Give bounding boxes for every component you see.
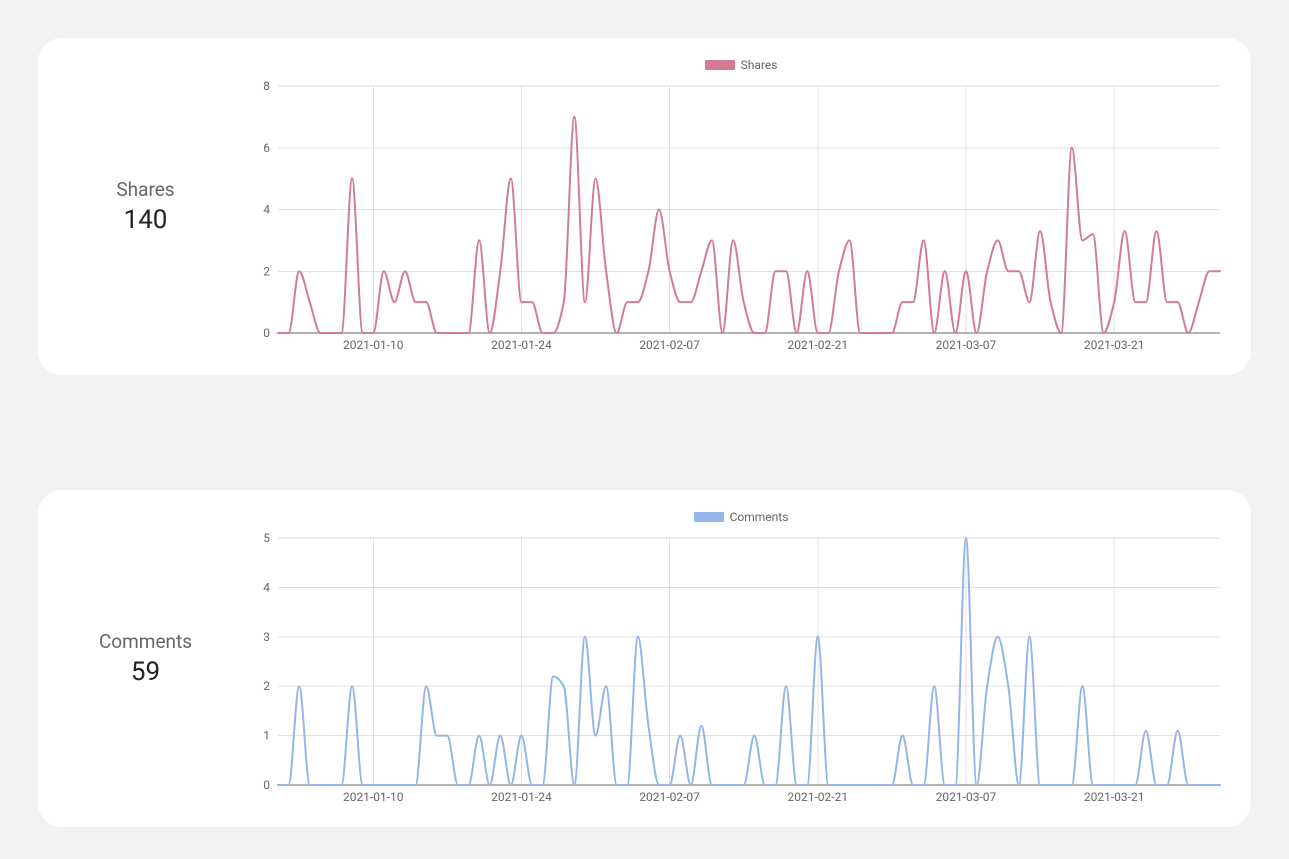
svg-text:2021-03-07: 2021-03-07 xyxy=(936,790,997,804)
shares-metric-value: 140 xyxy=(124,205,168,235)
svg-text:4: 4 xyxy=(263,203,270,217)
svg-text:3: 3 xyxy=(263,630,270,644)
svg-text:4: 4 xyxy=(263,580,270,594)
shares-legend-swatch xyxy=(705,60,735,70)
shares-legend-label: Shares xyxy=(741,58,778,72)
svg-text:6: 6 xyxy=(263,141,270,155)
svg-text:2: 2 xyxy=(263,679,270,693)
svg-text:2021-01-24: 2021-01-24 xyxy=(491,790,552,804)
svg-text:2021-01-24: 2021-01-24 xyxy=(491,338,552,352)
shares-chart[interactable]: 0 2 4 6 8 2021-01-10 2021-01-24 2021-02-07 2021-… xyxy=(256,80,1226,355)
svg-text:0: 0 xyxy=(263,326,270,340)
shares-legend: Shares xyxy=(256,58,1226,72)
svg-text:2021-02-07: 2021-02-07 xyxy=(639,338,700,352)
shares-metric: Shares 140 xyxy=(53,178,238,235)
comments-chart[interactable]: 0 1 2 3 4 5 2021-01-10 2021-01-24 2021-02-07 2021… xyxy=(256,532,1226,807)
svg-text:2021-03-21: 2021-03-21 xyxy=(1084,338,1145,352)
shares-metric-name: Shares xyxy=(116,178,174,201)
shares-card: Shares 140 Shares 0 2 4 6 8 2021-01-10 2021-01… xyxy=(38,38,1251,375)
svg-text:5: 5 xyxy=(263,532,270,545)
svg-text:2021-02-21: 2021-02-21 xyxy=(788,790,849,804)
shares-chart-area: Shares 0 2 4 6 8 2021-01-10 2021-01-24 2021-02-… xyxy=(256,58,1226,355)
svg-text:2021-01-10: 2021-01-10 xyxy=(343,338,404,352)
svg-text:0: 0 xyxy=(263,778,270,792)
svg-text:2: 2 xyxy=(263,264,270,278)
svg-text:1: 1 xyxy=(263,729,270,743)
svg-text:2021-02-21: 2021-02-21 xyxy=(788,338,849,352)
comments-legend-label: Comments xyxy=(730,510,789,524)
comments-chart-area: Comments 0 1 2 3 4 5 2021-01-10 2021-01-24 2021-… xyxy=(256,510,1226,807)
svg-text:8: 8 xyxy=(263,80,270,93)
comments-metric-value: 59 xyxy=(131,657,160,687)
svg-text:2021-03-21: 2021-03-21 xyxy=(1084,790,1145,804)
svg-text:2021-03-07: 2021-03-07 xyxy=(936,338,997,352)
comments-legend: Comments xyxy=(256,510,1226,524)
comments-metric: Comments 59 xyxy=(53,630,238,687)
comments-legend-swatch xyxy=(694,512,724,522)
comments-card: Comments 59 Comments 0 1 2 3 4 5 2021-01-10 202… xyxy=(38,490,1251,827)
svg-text:2021-02-07: 2021-02-07 xyxy=(639,790,700,804)
comments-metric-name: Comments xyxy=(99,630,192,653)
svg-text:2021-01-10: 2021-01-10 xyxy=(343,790,404,804)
